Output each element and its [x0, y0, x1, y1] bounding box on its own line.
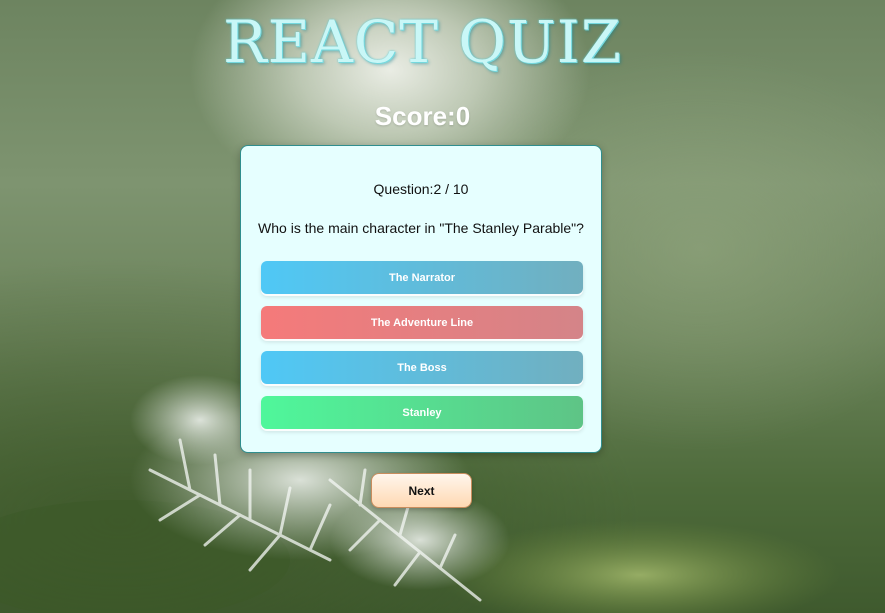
answer-button-the-narrator[interactable]: The Narrator [261, 261, 583, 294]
app-title: REACT QUIZ [222, 8, 623, 76]
answer-button-the-boss[interactable]: The Boss [261, 351, 583, 384]
next-button[interactable]: Next [371, 473, 472, 508]
question-text: Who is the main character in "The Stanle… [258, 220, 584, 236]
question-counter: Question:2 / 10 [373, 181, 469, 197]
answer-button-the-adventure-line[interactable]: The Adventure Line [261, 306, 583, 339]
answer-list: The Narrator The Adventure Line The Boss… [261, 261, 583, 441]
answer-button-stanley[interactable]: Stanley [261, 396, 583, 429]
question-card: Question:2 / 10 Who is the main characte… [240, 145, 602, 453]
score-display: Score:0 [374, 101, 471, 131]
